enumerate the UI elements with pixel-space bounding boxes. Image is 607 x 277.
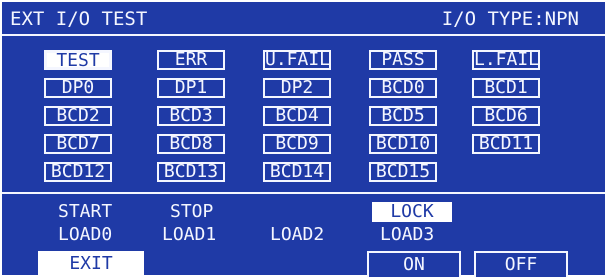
output-l-fail[interactable]: L.FAIL xyxy=(472,50,540,70)
output-bcd3[interactable]: BCD3 xyxy=(157,106,225,126)
input-stop: STOP xyxy=(170,201,214,222)
input-start: START xyxy=(58,201,113,222)
output-pass[interactable]: PASS xyxy=(369,50,437,70)
output-bcd12[interactable]: BCD12 xyxy=(44,162,112,182)
output-bcd10[interactable]: BCD10 xyxy=(369,134,437,154)
screen-title: EXT I/O TEST xyxy=(10,8,148,30)
output-bcd1[interactable]: BCD1 xyxy=(472,78,540,98)
output-u-fail[interactable]: U.FAIL xyxy=(263,50,331,70)
on-button[interactable]: ON xyxy=(367,251,461,277)
input-load0: LOAD0 xyxy=(58,224,113,245)
output-bcd11[interactable]: BCD11 xyxy=(472,134,540,154)
output-bcd7[interactable]: BCD7 xyxy=(44,134,112,154)
input-load3: LOAD3 xyxy=(380,224,435,245)
input-load2: LOAD2 xyxy=(270,224,325,245)
output-bcd4[interactable]: BCD4 xyxy=(263,106,331,126)
output-bcd15[interactable]: BCD15 xyxy=(369,162,437,182)
output-dp0[interactable]: DP0 xyxy=(44,78,112,98)
output-bcd5[interactable]: BCD5 xyxy=(369,106,437,126)
output-bcd0[interactable]: BCD0 xyxy=(369,78,437,98)
off-button[interactable]: OFF xyxy=(474,251,568,277)
output-bcd14[interactable]: BCD14 xyxy=(263,162,331,182)
input-load1: LOAD1 xyxy=(162,224,217,245)
exit-button[interactable]: EXIT xyxy=(38,251,144,277)
output-bcd6[interactable]: BCD6 xyxy=(472,106,540,126)
output-dp2[interactable]: DP2 xyxy=(263,78,331,98)
output-bcd2[interactable]: BCD2 xyxy=(44,106,112,126)
header-divider xyxy=(2,34,605,36)
input-lock: LOCK xyxy=(372,202,452,222)
output-bcd9[interactable]: BCD9 xyxy=(263,134,331,154)
grid-divider xyxy=(2,192,605,194)
io-type-label: I/O TYPE:NPN xyxy=(441,8,579,30)
output-bcd13[interactable]: BCD13 xyxy=(157,162,225,182)
output-bcd8[interactable]: BCD8 xyxy=(157,134,225,154)
output-err[interactable]: ERR xyxy=(157,50,225,70)
io-test-screen: EXT I/O TEST I/O TYPE:NPN TEST ERR U.FAI… xyxy=(2,2,605,277)
output-dp1[interactable]: DP1 xyxy=(157,78,225,98)
output-test[interactable]: TEST xyxy=(44,50,112,70)
